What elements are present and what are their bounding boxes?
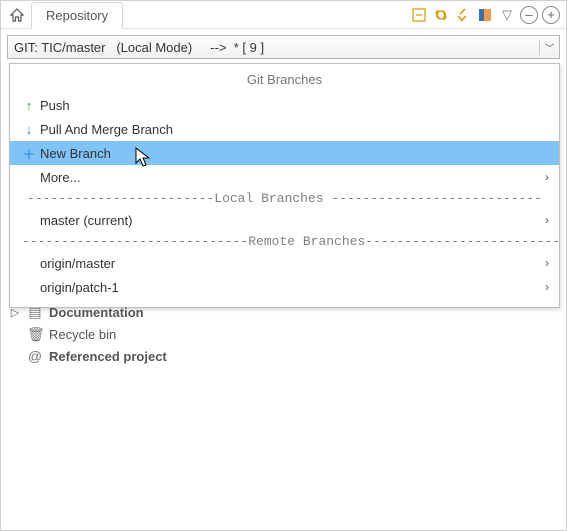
collapse-icon[interactable] xyxy=(410,6,428,24)
chevron-right-icon: › xyxy=(545,213,549,227)
chevron-right-icon: › xyxy=(545,256,549,270)
branch-label: origin/master xyxy=(40,256,545,271)
tree-label: Documentation xyxy=(49,305,144,320)
tree-label: Recycle bin xyxy=(49,327,116,342)
branch-label: origin/patch-1 xyxy=(40,280,545,295)
trash-icon: 🗑 xyxy=(27,326,43,343)
branch-selector[interactable]: GIT: TIC/master (Local Mode) --> * [ 9 ]… xyxy=(7,35,560,59)
branch-item-origin-master[interactable]: origin/master › xyxy=(10,251,559,275)
panel-icon[interactable] xyxy=(476,6,494,24)
repository-tree: ▷ ▤ Documentation 🗑 Recycle bin @ Refere… xyxy=(9,301,560,367)
expand-icon[interactable]: ▷ xyxy=(9,306,21,319)
minimize-button[interactable]: – xyxy=(520,6,538,24)
menu-label: Push xyxy=(40,98,549,113)
menu-item-push[interactable]: ↑ Push xyxy=(10,93,559,117)
popup-title: Git Branches xyxy=(10,68,559,93)
book-icon: ▤ xyxy=(27,304,43,321)
menu-label: More... xyxy=(40,170,545,185)
branch-item-origin-patch1[interactable]: origin/patch-1 › xyxy=(10,275,559,299)
branch-item-master[interactable]: master (current) › xyxy=(10,208,559,232)
tree-item-recycle[interactable]: 🗑 Recycle bin xyxy=(9,323,560,345)
menu-label: New Branch xyxy=(40,146,549,161)
chevron-right-icon: › xyxy=(545,170,549,184)
tree-label: Referenced project xyxy=(49,349,167,364)
toolbar: ▽ – + xyxy=(410,6,562,24)
push-icon: ↑ xyxy=(18,98,40,113)
tree-item-documentation[interactable]: ▷ ▤ Documentation xyxy=(9,301,560,323)
tree-item-referenced[interactable]: @ Referenced project xyxy=(9,345,560,367)
divider-remote: -----------------------------Remote Bran… xyxy=(10,232,559,251)
chevron-down-icon[interactable]: ﹀ xyxy=(539,40,559,55)
tab-label: Repository xyxy=(46,8,108,23)
refresh-icon[interactable] xyxy=(432,6,450,24)
tab-repository[interactable]: Repository xyxy=(31,2,123,29)
menu-item-pull[interactable]: ↓ Pull And Merge Branch xyxy=(10,117,559,141)
menu-label: Pull And Merge Branch xyxy=(40,122,549,137)
menu-dropdown-icon[interactable]: ▽ xyxy=(498,6,516,24)
menu-item-new-branch[interactable]: ＋ New Branch xyxy=(10,141,559,165)
maximize-button[interactable]: + xyxy=(542,6,560,24)
branch-label: master (current) xyxy=(40,213,545,228)
git-branches-popup: Git Branches ↑ Push ↓ Pull And Merge Bra… xyxy=(9,63,560,308)
divider-local: ------------------------Local Branches -… xyxy=(10,189,559,208)
home-icon[interactable] xyxy=(9,7,25,23)
branch-label: GIT: TIC/master (Local Mode) --> * [ 9 ] xyxy=(8,40,539,55)
link-icon[interactable] xyxy=(454,6,472,24)
pull-icon: ↓ xyxy=(18,122,40,137)
plus-icon: ＋ xyxy=(18,144,40,163)
chevron-right-icon: › xyxy=(545,280,549,294)
menu-item-more[interactable]: More... › xyxy=(10,165,559,189)
at-icon: @ xyxy=(27,348,43,364)
